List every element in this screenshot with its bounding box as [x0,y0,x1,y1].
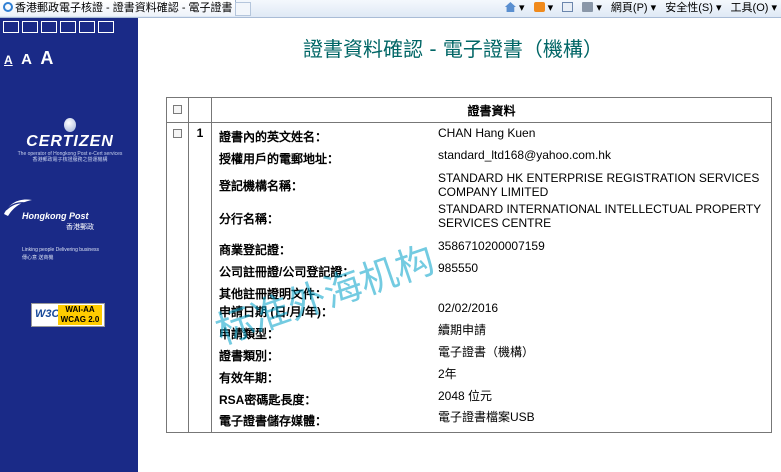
field-other-documents: 其他註冊證明文件： [219,283,771,301]
select-all-checkbox[interactable] [173,105,182,114]
field-storage-medium: 電子證書儲存媒體： 電子證書檔案USB [219,410,771,432]
certizen-logo: CERTIZEN The operator of Hongkong Post e… [6,118,134,163]
tool-icon[interactable] [60,21,76,33]
hkpost-slogan: Linking people Delivering business [22,247,99,253]
table-row: 1 證書內的英文姓名： CHAN Hang Kuen 授權用戶的電郵地址： stan… [166,122,772,433]
certizen-tagline-cn: 香港郵政電子核證服務之營運機構 [32,157,108,163]
field-value: standard_ltd168@yahoo.com.hk [438,148,611,162]
safety-menu[interactable]: 安全性(S) ▾ [665,2,721,14]
field-value: 電子證書檔案USB [438,410,535,424]
field-value: 續期申請 [438,323,487,337]
field-label: RSA密碼匙長度： [219,393,317,407]
command-toolbar: ▾ ▾ ▾ 網頁(P) ▾ 安全性(S) ▾ 工具(O) ▾ [499,0,777,16]
field-label: 公司註冊證/公司登記證： [219,265,355,279]
tool-icon[interactable] [3,21,19,33]
row-checkbox-cell [166,122,189,433]
field-label: 申請日期 (日/月/年)： [219,305,333,319]
wai-level: WAI-AA [65,305,95,314]
certizen-logo-text: CERTIZEN [26,133,114,150]
header-checkbox-cell [166,97,189,123]
field-value: 電子證書（機構） [438,345,535,359]
tools-menu[interactable]: 工具(O) ▾ [731,2,777,14]
new-tab-button[interactable] [235,2,251,16]
field-label: 證書類別： [219,349,280,363]
browser-command-bar: 香港郵政電子核證 - 證書資料確認 - 電子證書 (... ▾ ▾ ▾ 網頁(P… [0,0,781,18]
field-label: 證書內的英文姓名： [219,130,328,144]
sidebar-tool-icons [3,20,117,38]
field-business-registration: 商業登記證： 3586710200007159 [219,239,771,261]
browser-tab[interactable]: 香港郵政電子核證 - 證書資料確認 - 電子證書 (... [0,0,236,16]
field-label: 申請類型： [219,327,280,341]
hkpost-name-cn: 香港郵政 [66,224,94,231]
field-label: 授權用戶的電郵地址： [219,152,340,166]
tool-icon[interactable] [41,21,57,33]
page-title: 證書資料確認 - 電子證書（機構） [303,37,603,61]
field-value: 02/02/2016 [438,301,499,315]
feeds-icon[interactable] [533,2,545,12]
hkpost-name: Hongkong Post [22,211,89,221]
field-value: STANDARD INTERNATIONAL INTELLECTUAL PROP… [438,202,761,230]
tool-icon[interactable] [79,21,95,33]
header-number-cell [188,97,212,123]
field-application-date: 申請日期 (日/月/年)： 02/02/2016 [219,301,771,323]
ie-icon [3,2,13,12]
field-label: 商業登記證： [219,243,292,257]
field-validity: 有效年期： 2年 [219,367,771,389]
wcag-badge[interactable]: W3C WAI-AA WCAG 2.0 [31,303,105,327]
field-value: STANDARD HK ENTERPRISE REGISTRATION SERV… [438,171,760,199]
certificate-table: 證書資料 1 證書內的英文姓名： CHAN Hang Kuen 授權用戶的電郵地址… [166,97,772,433]
hkpost-slogan-cn: 傳心意 送商機 [22,255,54,261]
wcag-level-badge: WAI-AA WCAG 2.0 [58,305,102,325]
home-icon[interactable] [504,2,516,12]
mail-icon[interactable] [562,2,574,12]
field-rsa-key-length: RSA密碼匙長度： 2048 位元 [219,389,771,410]
field-application-type: 申請類型： 續期申請 [219,323,771,345]
tab-title: 香港郵政電子核證 - 證書資料確認 - 電子證書 (... [15,2,236,14]
table-header-row: 證書資料 [166,97,772,123]
tool-icon[interactable] [98,21,114,33]
field-label: 登記機構名稱： [219,179,304,193]
text-size-medium[interactable]: A [21,51,32,68]
print-icon[interactable] [582,2,594,12]
field-label: 分行名稱： [219,212,280,226]
field-value: 985550 [438,261,479,275]
field-value: CHAN Hang Kuen [438,126,536,140]
text-size-selector: A A A [4,48,57,69]
text-size-large[interactable]: A [40,48,53,68]
field-email: 授權用戶的電郵地址： standard_ltd168@yahoo.com.hk [219,148,771,171]
field-label: 有效年期： [219,371,280,385]
field-branch-name: 分行名稱： STANDARD INTERNATIONAL INTELLECTUAL… [219,202,771,239]
page-menu[interactable]: 網頁(P) ▾ [611,2,656,14]
certizen-emblem-icon [64,118,76,132]
field-value: 2048 位元 [438,389,493,403]
sidebar: A A A CERTIZEN The operator of Hongkong … [0,18,138,472]
w3c-logo: W3C [35,308,60,320]
field-english-name: 證書內的英文姓名： CHAN Hang Kuen [219,126,771,148]
tool-icon[interactable] [22,21,38,33]
row-number: 1 [188,122,212,433]
row-checkbox[interactable] [173,129,182,138]
field-value: 3586710200007159 [438,239,545,253]
field-label: 其他註冊證明文件： [219,287,328,301]
wcag-version: WCAG 2.0 [60,315,100,324]
field-registered-org: 登記機構名稱： STANDARD HK ENTERPRISE REGISTRATI… [219,171,771,202]
certificate-fields: 證書內的英文姓名： CHAN Hang Kuen 授權用戶的電郵地址： standa… [211,122,772,433]
field-label: 電子證書儲存媒體： [219,414,328,428]
text-size-small[interactable]: A [4,53,13,67]
field-company-registration: 公司註冊證/公司登記證： 985550 [219,261,771,283]
field-certificate-type: 證書類別： 電子證書（機構） [219,345,771,367]
field-value: 2年 [438,367,457,381]
table-header-title: 證書資料 [211,97,772,123]
